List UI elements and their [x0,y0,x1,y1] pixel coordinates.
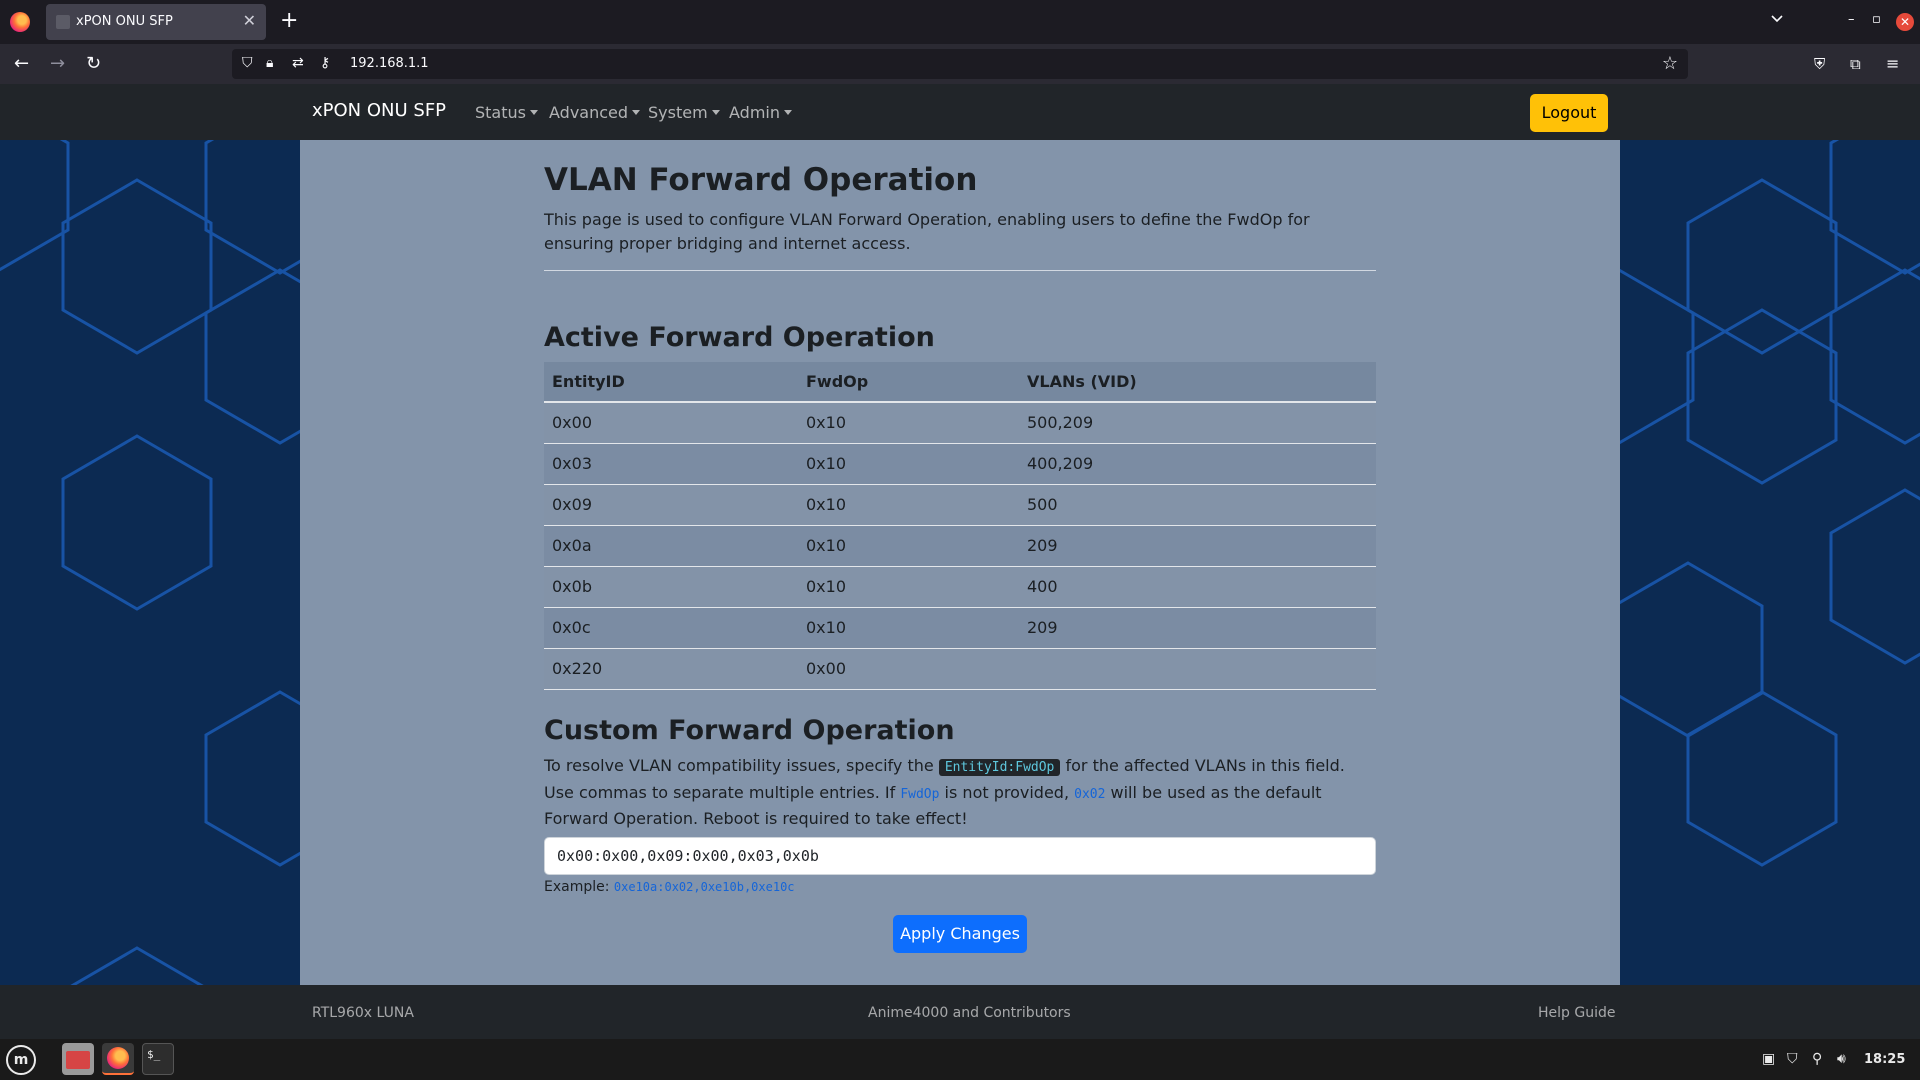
menu-advanced[interactable]: Advanced [549,103,640,122]
pocket-icon[interactable]: ⛨ [1814,54,1825,74]
cell-entity-id: 0x0c [544,607,798,649]
cell-vlans: 500,209 [1019,402,1376,444]
logout-button[interactable]: Logout [1530,94,1608,132]
cell-fwdop: 0x10 [798,566,1019,608]
cell-fwdop: 0x00 [798,648,1019,690]
page-description: This page is used to configure VLAN Forw… [544,210,1310,253]
shield-tray-icon[interactable]: ⛉ [1787,1051,1798,1067]
example-label: Example: [544,879,614,895]
lock-icon[interactable]: 🔒︎ [266,55,273,71]
cell-entity-id: 0x09 [544,484,798,526]
site-brand[interactable]: xPON ONU SFP [312,100,446,121]
custom-desc-text: is not provided, [939,782,1075,802]
table-row: 0x0b 0x10 400 [544,566,1376,608]
custom-forward-heading: Custom Forward Operation [544,715,955,746]
mint-menu-icon[interactable]: m [6,1045,36,1075]
cell-vlans: 500 [1019,484,1376,526]
cell-entity-id: 0x0b [544,566,798,608]
browser-tab-bar: xPON ONU SFP ✕ + – ▫ ✕ [0,0,1920,44]
table-row: 0x0c 0x10 209 [544,607,1376,649]
cell-entity-id: 0x00 [544,402,798,444]
table-row: 0x220 0x00 [544,648,1376,690]
key-icon[interactable]: ⚷ [320,55,330,71]
example-hint: Example: 0xe10a:0x02,0xe10b,0xe10c [544,879,795,895]
permissions-icon[interactable]: ⇄ [292,55,304,71]
reload-icon[interactable]: ↻ [86,54,101,74]
apply-changes-button[interactable]: Apply Changes [893,915,1027,953]
firefox-app-icon[interactable] [102,1043,134,1075]
maximize-icon[interactable]: ▫ [1872,12,1881,27]
menu-system[interactable]: System [648,103,720,122]
browser-nav-bar: ← → ↻ ⛉ 🔒︎ ⇄ ⚷ 192.168.1.1 ☆ ⛨ ⧉ ≡ [0,44,1920,84]
cell-fwdop: 0x10 [798,525,1019,567]
files-app-icon[interactable] [62,1043,94,1075]
table-row: 0x03 0x10 400,209 [544,443,1376,485]
new-tab-icon[interactable]: + [280,8,298,34]
firefox-logo-icon[interactable] [10,12,30,32]
example-code: 0xe10a:0x02,0xe10b,0xe10c [613,880,795,894]
cell-fwdop: 0x10 [798,443,1019,485]
os-taskbar: m $_ ▣ ⛉ ⚲ 🔊︎ 18:25 [0,1039,1920,1080]
cell-entity-id: 0x220 [544,648,798,690]
site-footer: RTL960x LUNA Anime4000 and Contributors … [0,985,1920,1039]
close-window-icon[interactable]: ✕ [1896,13,1914,31]
site-navbar: xPON ONU SFP Status Advanced System Admi… [0,84,1920,140]
cell-vlans: 400 [1019,566,1376,608]
url-text[interactable]: 192.168.1.1 [350,56,429,71]
header-entity-id: EntityID [544,362,798,403]
terminal-app-icon[interactable]: $_ [142,1043,174,1075]
fwdop-code: FwdOp [900,786,940,802]
table-row: 0x0a 0x10 209 [544,525,1376,567]
footer-device: RTL960x LUNA [312,1005,414,1021]
bookmark-star-icon[interactable]: ☆ [1662,53,1678,74]
menu-icon[interactable]: ≡ [1886,54,1899,74]
header-fwdop: FwdOp [798,362,1019,403]
cell-entity-id: 0x0a [544,525,798,567]
cell-vlans [1019,648,1376,690]
cell-vlans: 209 [1019,525,1376,567]
divider [544,270,1376,271]
address-bar[interactable]: ⛉ 🔒︎ ⇄ ⚷ 192.168.1.1 ☆ [232,49,1688,79]
table-row: 0x09 0x10 500 [544,484,1376,526]
table-row: 0x00 0x10 500,209 [544,402,1376,444]
tab-favicon-icon [56,15,70,29]
network-icon[interactable]: ⚲ [1812,1051,1822,1067]
footer-help-guide[interactable]: Help Guide [1538,1005,1615,1021]
cell-entity-id: 0x03 [544,443,798,485]
forward-operation-table: EntityID FwdOp VLANs (VID) 0x00 0x10 500… [544,362,1376,690]
volume-icon[interactable]: 🔊︎ [1837,1051,1846,1067]
minimize-icon[interactable]: – [1848,12,1855,27]
browser-tab[interactable]: xPON ONU SFP ✕ [46,4,266,40]
custom-description: To resolve VLAN compatibility issues, sp… [544,754,1376,832]
chevron-down-icon[interactable] [1770,12,1784,26]
custom-desc-text: To resolve VLAN compatibility issues, sp… [544,756,939,775]
menu-admin[interactable]: Admin [729,103,792,122]
active-forward-heading: Active Forward Operation [544,322,935,353]
entity-fwdop-kbd: EntityId:FwdOp [938,759,1061,776]
forward-arrow-icon[interactable]: → [50,54,65,74]
extensions-icon[interactable]: ⧉ [1850,54,1861,74]
table-header-row: EntityID FwdOp VLANs (VID) [544,362,1376,403]
page-title: VLAN Forward Operation [544,162,978,198]
close-tab-icon[interactable]: ✕ [243,11,256,30]
footer-credits[interactable]: Anime4000 and Contributors [868,1005,1071,1021]
clipboard-icon[interactable]: ▣ [1762,1051,1775,1067]
header-vlans: VLANs (VID) [1019,362,1376,403]
cell-vlans: 209 [1019,607,1376,649]
default-fwdop-code: 0x02 [1074,786,1106,802]
back-arrow-icon[interactable]: ← [14,54,29,74]
cell-vlans: 400,209 [1019,443,1376,485]
cell-fwdop: 0x10 [798,484,1019,526]
tab-title: xPON ONU SFP [76,14,173,29]
shield-icon[interactable]: ⛉ [242,55,253,71]
cell-fwdop: 0x10 [798,402,1019,444]
clock[interactable]: 18:25 [1864,1052,1905,1067]
menu-status[interactable]: Status [475,103,538,122]
custom-fwdop-input[interactable]: 0x00:0x00,0x09:0x00,0x03,0x0b [544,837,1376,875]
cell-fwdop: 0x10 [798,607,1019,649]
